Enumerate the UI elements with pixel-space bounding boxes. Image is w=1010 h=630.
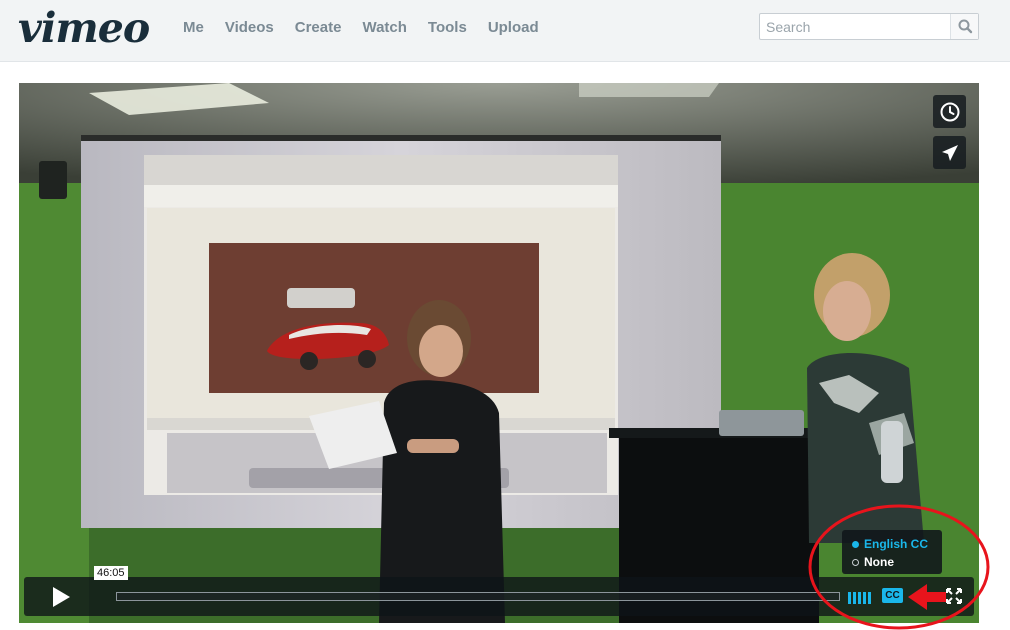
search-input[interactable]	[760, 14, 950, 39]
captions-button[interactable]: CC	[882, 588, 903, 603]
paper-plane-icon	[941, 144, 958, 161]
share-button[interactable]	[933, 136, 966, 169]
site-header: vimeo Me Videos Create Watch Tools Uploa…	[0, 0, 1010, 62]
vimeo-logo[interactable]: vimeo	[18, 4, 150, 52]
volume-bar	[858, 592, 861, 604]
watch-later-button[interactable]	[933, 95, 966, 128]
volume-bar	[863, 592, 866, 604]
clock-icon	[940, 102, 959, 121]
fullscreen-icon	[946, 588, 962, 604]
current-time: 46:05	[94, 566, 128, 580]
caption-option-none[interactable]: None	[852, 555, 894, 569]
play-button[interactable]	[31, 577, 91, 616]
unselected-dot-icon	[852, 558, 859, 566]
caption-option-label: None	[864, 555, 894, 569]
selected-dot-icon	[852, 540, 859, 548]
main-nav: Me Videos Create Watch Tools Upload	[183, 19, 560, 36]
search-box	[759, 13, 979, 40]
play-icon	[53, 586, 70, 607]
player-controls: 46:05 CC	[24, 566, 974, 616]
nav-item-videos[interactable]: Videos	[225, 19, 274, 36]
search-icon	[958, 19, 973, 34]
volume-bar	[848, 592, 851, 604]
nav-item-watch[interactable]: Watch	[362, 19, 406, 36]
volume-control[interactable]	[848, 588, 872, 604]
caption-option-english[interactable]: English CC	[852, 537, 928, 551]
video-player[interactable]: English CC None 46:05 CC	[19, 83, 979, 623]
nav-item-tools[interactable]: Tools	[428, 19, 467, 36]
fullscreen-button[interactable]	[944, 586, 964, 606]
nav-item-me[interactable]: Me	[183, 19, 204, 36]
progress-bar[interactable]	[116, 592, 840, 601]
search-button[interactable]	[950, 14, 978, 39]
volume-bar	[853, 592, 856, 604]
volume-bar	[868, 592, 871, 604]
video-frame	[19, 83, 979, 623]
nav-item-upload[interactable]: Upload	[488, 19, 539, 36]
captions-menu: English CC None	[842, 530, 942, 574]
caption-option-label: English CC	[864, 537, 929, 551]
nav-item-create[interactable]: Create	[295, 19, 342, 36]
